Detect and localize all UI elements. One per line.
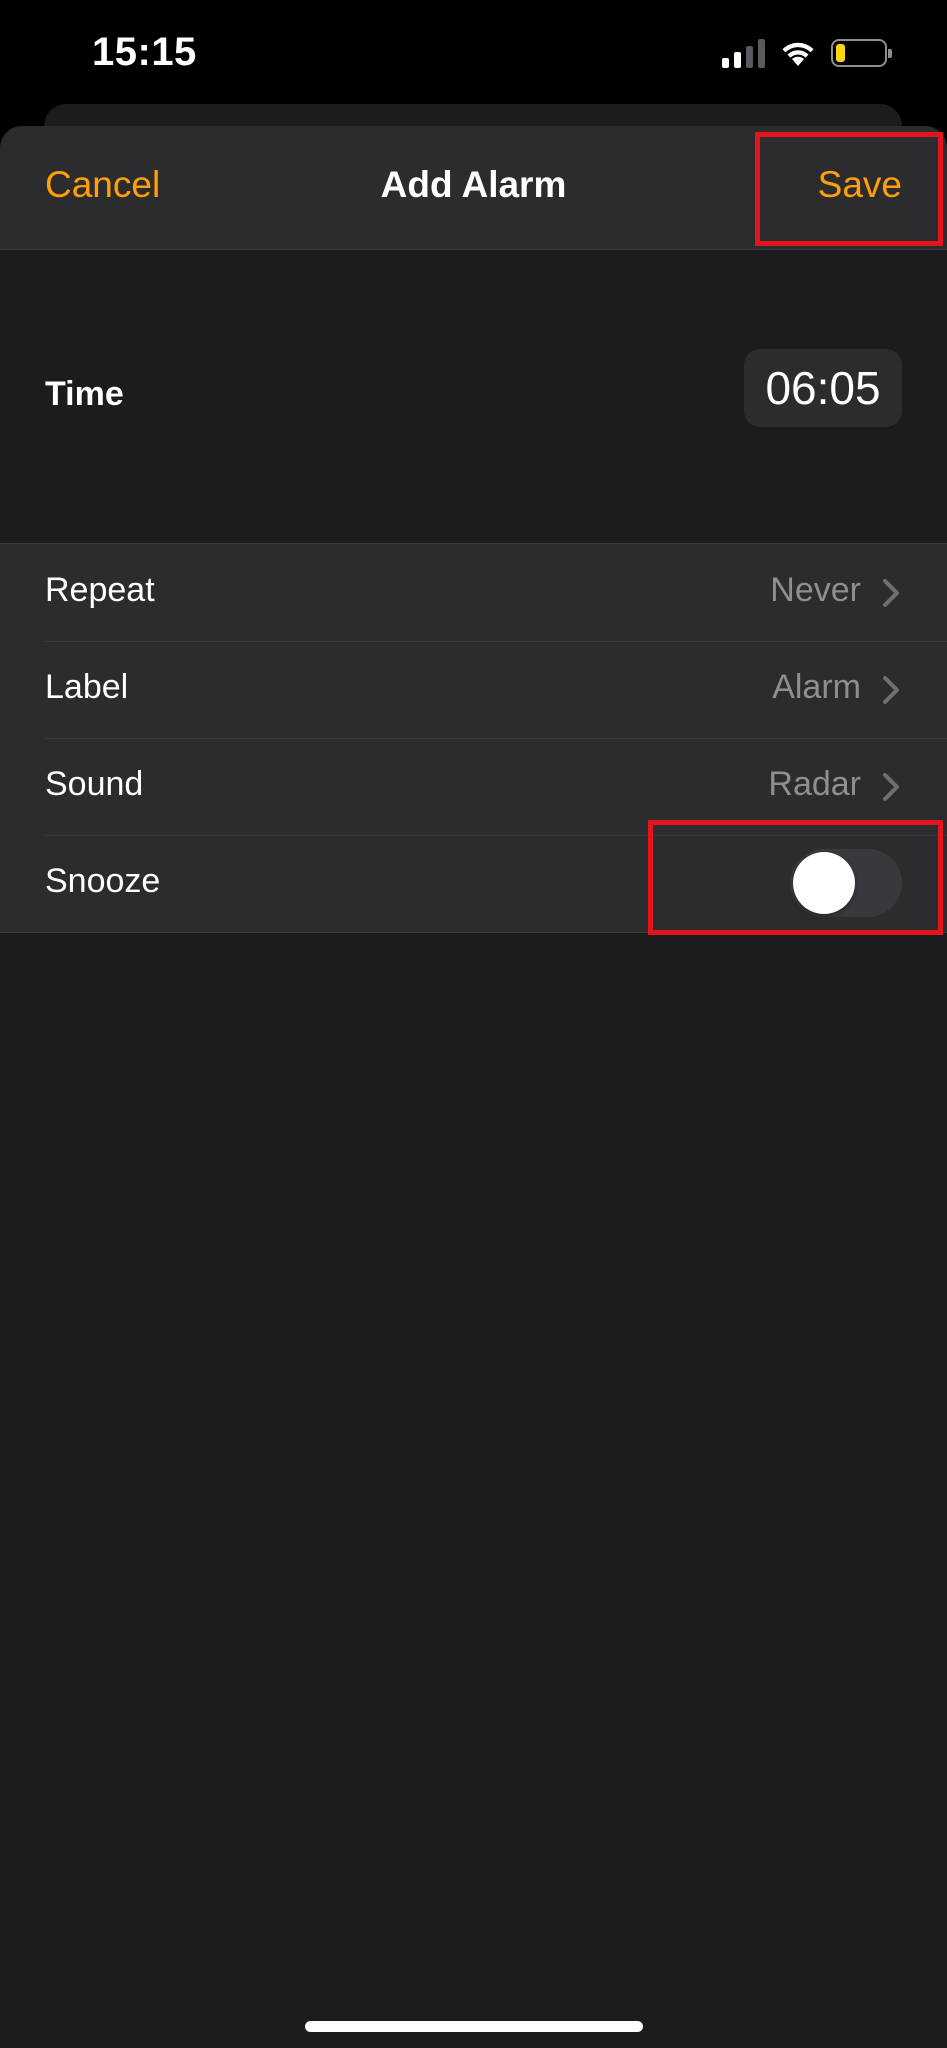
sound-row[interactable]: Sound Radar — [0, 738, 947, 835]
battery-fill — [836, 44, 845, 62]
label-value: Alarm — [772, 668, 861, 706]
time-picker-button[interactable]: 06:05 — [744, 349, 902, 427]
chevron-right-icon — [883, 579, 899, 607]
label-row[interactable]: Label Alarm — [0, 641, 947, 738]
navigation-bar: Cancel Add Alarm Save — [0, 126, 947, 250]
chevron-right-icon — [883, 773, 899, 801]
label-label: Label — [45, 668, 129, 706]
screen: 15:15 Cancel Add Alarm Save Time 06:05 R… — [0, 0, 947, 2048]
snooze-row: Snooze — [0, 835, 947, 932]
snooze-label: Snooze — [45, 862, 161, 900]
status-time: 15:15 — [92, 30, 197, 74]
status-icons — [722, 36, 892, 70]
repeat-label: Repeat — [45, 571, 155, 609]
cellular-signal-icon — [722, 38, 765, 68]
status-bar: 15:15 — [0, 0, 947, 100]
repeat-row[interactable]: Repeat Never — [0, 544, 947, 641]
battery-icon — [831, 39, 892, 67]
sound-value: Radar — [768, 765, 861, 803]
chevron-right-icon — [883, 676, 899, 704]
snooze-toggle[interactable] — [790, 849, 902, 917]
sound-label: Sound — [45, 765, 144, 803]
add-alarm-sheet: Cancel Add Alarm Save Time 06:05 Repeat … — [0, 126, 947, 2048]
alarm-settings-list: Repeat Never Label Alarm Sound Radar Sno… — [0, 543, 947, 933]
save-button[interactable]: Save — [818, 164, 902, 206]
home-indicator[interactable] — [305, 2021, 643, 2032]
page-title: Add Alarm — [380, 164, 567, 205]
toggle-knob — [793, 852, 855, 914]
repeat-value: Never — [770, 571, 861, 609]
time-section: Time 06:05 — [0, 250, 947, 543]
time-label: Time — [45, 375, 124, 413]
wifi-icon — [782, 42, 814, 66]
